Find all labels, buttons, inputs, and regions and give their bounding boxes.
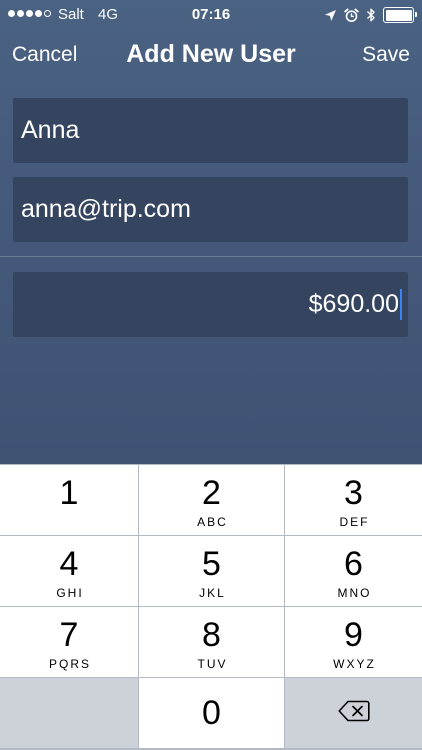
email-field-value: anna@trip.com (21, 195, 191, 223)
key-digit: 2 (202, 474, 221, 512)
key-digit: 4 (59, 545, 79, 583)
numeric-keypad: 1 2 ABC 3 DEF 4 GHI 5 JKL 6 MNO 7 PQRS 8… (0, 464, 422, 750)
battery-level-fill (385, 9, 412, 21)
key-letters: PQRS (48, 657, 91, 671)
key-8[interactable]: 8 TUV (139, 607, 284, 677)
key-letters: MNO (337, 586, 372, 600)
status-icons (324, 5, 417, 25)
key-digit: 5 (202, 545, 221, 583)
key-5[interactable]: 5 JKL (139, 536, 284, 606)
key-letters: ABC (197, 515, 228, 529)
key-letters: JKL (199, 586, 226, 600)
page-title: Add New User (126, 40, 296, 68)
key-0[interactable]: 0 (139, 678, 284, 748)
amount-field[interactable]: $690.00 (13, 272, 408, 337)
key-4[interactable]: 4 GHI (0, 536, 138, 606)
key-digit: 0 (202, 694, 221, 732)
name-field-value: Anna (21, 116, 80, 144)
key-letters: WXYZ (333, 657, 376, 671)
key-digit: 1 (59, 474, 79, 512)
backspace-icon (337, 700, 370, 727)
key-1[interactable]: 1 (0, 465, 138, 535)
text-cursor (400, 289, 402, 320)
key-digit: 9 (344, 616, 363, 654)
save-button[interactable]: Save (362, 43, 410, 67)
key-letters: DEF (339, 515, 370, 529)
key-2[interactable]: 2 ABC (139, 465, 284, 535)
key-9[interactable]: 9 WXYZ (285, 607, 422, 677)
battery-icon (383, 7, 417, 23)
key-3[interactable]: 3 DEF (285, 465, 422, 535)
key-digit: 8 (202, 616, 221, 654)
delete-key[interactable] (285, 678, 422, 748)
alarm-clock-icon (344, 8, 359, 23)
key-letters: GHI (56, 586, 84, 600)
key-6[interactable]: 6 MNO (285, 536, 422, 606)
location-arrow-icon (324, 9, 337, 22)
key-digit: 6 (344, 545, 363, 583)
bluetooth-icon (366, 7, 376, 23)
email-field[interactable]: anna@trip.com (13, 177, 408, 242)
status-bar: Salt 4G 07:16 (0, 0, 422, 30)
battery-tip (415, 11, 417, 17)
key-7[interactable]: 7 PQRS (0, 607, 138, 677)
key-letters: TUV (197, 657, 228, 671)
key-digit: 3 (344, 474, 363, 512)
name-field[interactable]: Anna (13, 98, 408, 163)
key-blank (0, 678, 138, 748)
amount-field-value: $690.00 (308, 290, 399, 318)
key-digit: 7 (59, 616, 79, 654)
section-divider (0, 256, 422, 257)
